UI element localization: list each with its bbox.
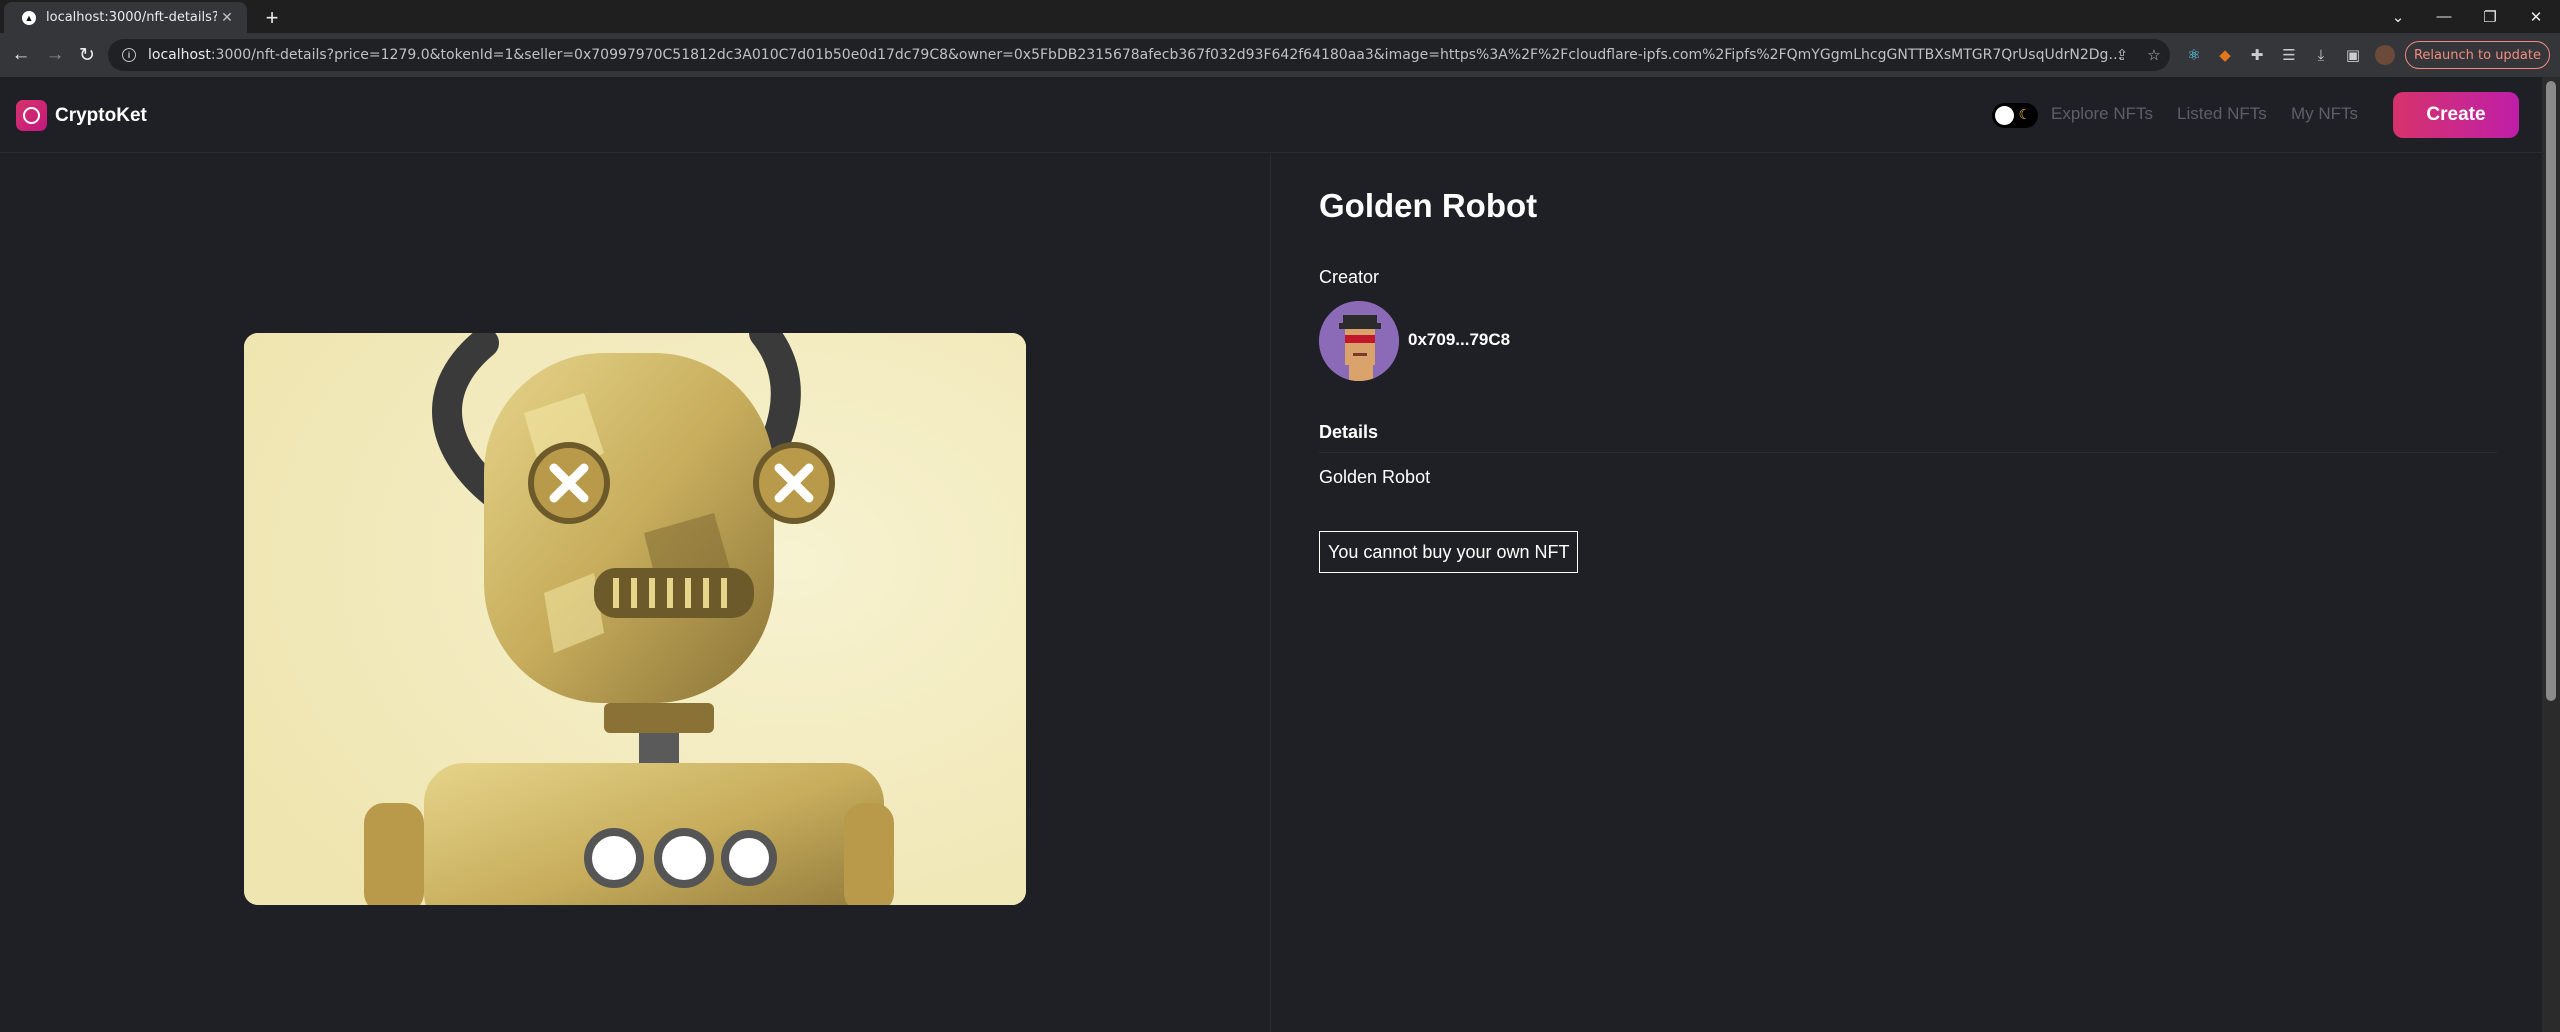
url-path: :3000/nft-details?price=1279.0&tokenId=1… <box>210 47 2128 63</box>
page: CryptoKet ☾ Explore NFTs Listed NFTs My … <box>0 77 2542 1032</box>
side-panel-icon[interactable]: ▣ <box>2340 42 2366 68</box>
browser-tab-strip: ▲ localhost:3000/nft-details?price= ✕ + … <box>0 0 2560 33</box>
url-text[interactable]: localhost:3000/nft-details?price=1279.0&… <box>148 47 2128 63</box>
site-navbar: CryptoKet ☾ Explore NFTs Listed NFTs My … <box>0 77 2542 153</box>
extensions-puzzle-icon[interactable]: ✚ <box>2244 42 2270 68</box>
restore-button[interactable]: ❐ <box>2467 0 2513 33</box>
url-host: localhost <box>148 47 211 63</box>
nft-title: Golden Robot <box>1319 187 1538 224</box>
logo-text: CryptoKet <box>55 104 147 126</box>
creator-avatar <box>1319 301 1399 381</box>
reading-list-icon[interactable]: ☰ <box>2276 42 2302 68</box>
scrollbar-thumb[interactable] <box>2546 81 2556 701</box>
favicon-icon: ▲ <box>22 10 36 25</box>
column-divider <box>1270 154 1271 1032</box>
share-icon[interactable]: ⇪ <box>2108 41 2136 69</box>
page-scrollbar[interactable] <box>2542 77 2560 1032</box>
forward-button[interactable]: → <box>40 40 70 70</box>
browser-toolbar: ← → ↻ i localhost:3000/nft-details?price… <box>0 33 2560 77</box>
creator-address[interactable]: 0x709...79C8 <box>1408 330 1510 350</box>
toggle-knob <box>1995 106 2014 125</box>
window-close-button[interactable]: ✕ <box>2513 0 2559 33</box>
site-info-icon[interactable]: i <box>122 48 136 62</box>
bookmark-star-icon[interactable]: ☆ <box>2140 41 2168 69</box>
back-button[interactable]: ← <box>6 40 36 70</box>
nav-my-nfts[interactable]: My NFTs <box>2291 104 2358 124</box>
reload-button[interactable]: ↻ <box>72 40 102 70</box>
details-label: Details <box>1319 422 1379 442</box>
address-bar[interactable]: i localhost:3000/nft-details?price=1279.… <box>108 39 2170 71</box>
nav-listed-nfts[interactable]: Listed NFTs <box>2177 104 2267 124</box>
details-divider <box>1319 452 2497 453</box>
cannot-buy-notice: You cannot buy your own NFT <box>1319 531 1579 573</box>
metamask-icon[interactable]: ◆ <box>2212 42 2238 68</box>
tab-search-icon[interactable]: ⌄ <box>2375 0 2421 33</box>
theme-toggle[interactable]: ☾ <box>1992 103 2038 128</box>
tab-title: localhost:3000/nft-details?price= <box>46 10 217 25</box>
close-icon[interactable]: ✕ <box>217 8 237 28</box>
nft-description: Golden Robot <box>1319 467 1431 487</box>
browser-tab[interactable]: ▲ localhost:3000/nft-details?price= ✕ <box>4 2 247 33</box>
react-devtools-icon[interactable]: ⚛ <box>2181 42 2207 68</box>
create-button[interactable]: Create <box>2393 92 2519 138</box>
minimize-button[interactable]: — <box>2421 0 2467 33</box>
nav-explore-nfts[interactable]: Explore NFTs <box>2051 104 2153 124</box>
creator-label: Creator <box>1319 267 1380 287</box>
site-logo[interactable]: CryptoKet <box>16 100 147 131</box>
relaunch-button[interactable]: Relaunch to update <box>2405 41 2550 69</box>
profile-avatar-icon[interactable] <box>2372 42 2398 68</box>
new-tab-button[interactable]: + <box>258 4 286 32</box>
nft-image <box>244 333 1026 905</box>
logo-icon <box>16 100 47 131</box>
moon-icon: ☾ <box>2018 106 2031 122</box>
download-icon[interactable]: ⤓ <box>2308 42 2334 68</box>
